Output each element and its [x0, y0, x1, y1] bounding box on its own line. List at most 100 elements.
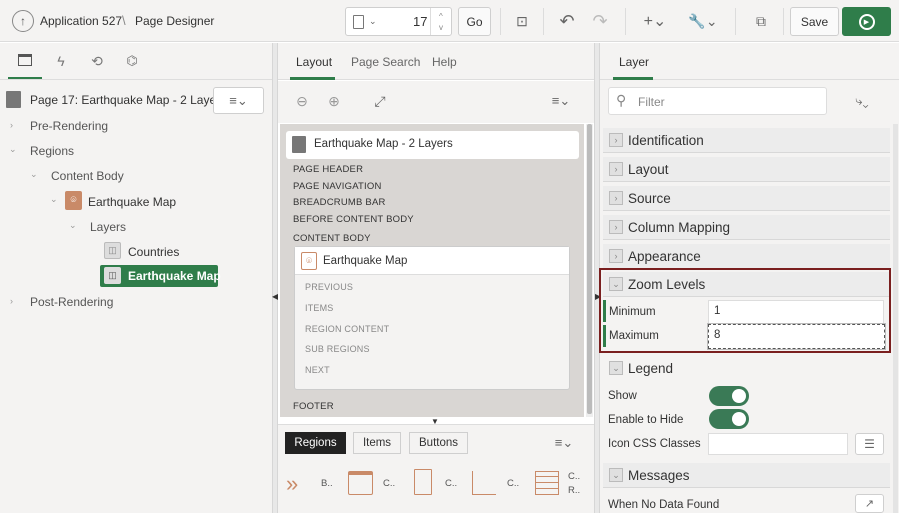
section-messages[interactable]: ⌄ Messages — [603, 463, 890, 488]
chevron-down-icon[interactable]: ⌄ — [9, 144, 17, 155]
wrench-icon[interactable]: 🔧⌄ — [686, 10, 720, 32]
undo-icon[interactable]: ↶ — [556, 10, 578, 32]
zoom-in-icon[interactable]: ⊕ — [325, 92, 343, 110]
position-before-content-body[interactable]: BEFORE CONTENT BODY — [293, 214, 414, 225]
position-sub-regions[interactable]: SUB REGIONS — [305, 344, 370, 354]
position-page-navigation[interactable]: PAGE NAVIGATION — [293, 181, 382, 192]
tree-layers[interactable]: Layers — [90, 220, 126, 234]
position-region-content[interactable]: REGION CONTENT — [305, 324, 389, 334]
chevron-right-icon: › — [609, 162, 623, 176]
shared-components-icon[interactable]: ⧉ — [750, 10, 772, 32]
tab-layout[interactable]: Layout — [296, 55, 332, 69]
go-to-group-icon[interactable]: ⤷⌄ — [846, 92, 878, 110]
position-content-body[interactable]: CONTENT BODY — [293, 233, 371, 244]
hamburger-icon: ≡⌄ — [229, 92, 248, 108]
section-layout[interactable]: › Layout — [603, 157, 890, 182]
tree-post-rendering[interactable]: Post-Rendering — [30, 295, 113, 309]
chevron-down-icon[interactable]: ⌄ — [69, 220, 77, 231]
app-breadcrumb[interactable]: Application 527 — [40, 14, 122, 28]
position-next[interactable]: NEXT — [305, 365, 330, 375]
up-arrow-icon[interactable]: ↑ — [12, 10, 34, 32]
tab-help[interactable]: Help — [432, 55, 457, 69]
tree-earthquake-map-layer-selected[interactable]: ◫ Earthquake Map — [100, 265, 221, 287]
scrollbar-thumb[interactable] — [587, 124, 592, 414]
chevron-down-icon: ⌄ — [609, 277, 623, 291]
breadcrumb-region-icon[interactable]: » — [286, 471, 298, 497]
icon-css-classes-input[interactable] — [708, 433, 848, 455]
tree-menu-button[interactable]: ≡⌄ — [213, 87, 264, 114]
gallery-tab-regions[interactable]: Regions — [285, 432, 346, 454]
tree-pre-rendering[interactable]: Pre-Rendering — [30, 119, 108, 133]
chevron-down-icon[interactable]: ⌄ — [50, 194, 58, 205]
tree-earthquake-map[interactable]: Earthquake Map — [88, 195, 176, 209]
page-card[interactable]: Earthquake Map - 2 Layers — [286, 131, 579, 159]
go-button[interactable]: Go — [458, 7, 491, 36]
filter-box[interactable]: ⚲ Filter — [608, 87, 827, 115]
gallery-label-3: C.. — [445, 478, 458, 489]
page-number-input[interactable]: 17 — [413, 14, 427, 29]
redo-icon[interactable]: ↷ — [589, 10, 611, 32]
chevron-down-icon: ⌄ — [369, 16, 377, 26]
page-icon — [353, 14, 364, 29]
save-button[interactable]: Save — [790, 7, 839, 36]
tree-regions[interactable]: Regions — [30, 144, 74, 158]
chevron-right-icon: › — [609, 249, 623, 263]
filter-input[interactable]: Filter — [638, 95, 665, 109]
section-appearance[interactable]: › Appearance — [603, 244, 890, 269]
open-editor-button[interactable]: ↗ — [855, 494, 884, 513]
search-icon: ⚲ — [616, 92, 627, 108]
stepper-icon[interactable]: ^ v — [430, 8, 451, 35]
position-previous[interactable]: PREVIOUS — [305, 282, 353, 292]
section-source[interactable]: › Source — [603, 186, 890, 211]
position-page-header[interactable]: PAGE HEADER — [293, 164, 363, 175]
chevron-right-icon[interactable]: › — [10, 296, 13, 306]
calendar-region-icon[interactable] — [348, 471, 373, 495]
region-header: ⌾ Earthquake Map — [295, 247, 569, 275]
section-legend[interactable]: ⌄ Legend — [603, 356, 890, 381]
property-scrollbar[interactable] — [893, 124, 898, 513]
lightning-icon[interactable]: ϟ — [53, 52, 69, 70]
shared-objects-icon[interactable]: ⌬ — [124, 52, 140, 70]
tab-page-search[interactable]: Page Search — [351, 55, 420, 69]
section-identification[interactable]: › Identification — [603, 128, 890, 153]
chevron-right-icon: › — [609, 220, 623, 234]
chevron-down-icon[interactable]: ⌄ — [30, 169, 38, 180]
chart-region-icon[interactable] — [472, 471, 496, 495]
legend-show-toggle[interactable] — [709, 386, 749, 406]
section-column-mapping[interactable]: › Column Mapping — [603, 215, 890, 240]
processing-icon[interactable]: ⟲ — [89, 52, 105, 70]
card-region-icon[interactable] — [414, 469, 432, 495]
section-zoom-levels[interactable]: ⌄ Zoom Levels — [603, 272, 890, 297]
position-items[interactable]: ITEMS — [305, 303, 334, 313]
tab-active-indicator — [290, 77, 335, 80]
tree-countries[interactable]: Countries — [128, 245, 179, 259]
classic-report-icon[interactable] — [535, 471, 559, 495]
page-card-title: Earthquake Map - 2 Layers — [314, 138, 453, 150]
position-breadcrumb-bar[interactable]: BREADCRUMB BAR — [293, 197, 386, 208]
chevron-down-icon: ⌄ — [609, 361, 623, 375]
breadcrumb-separator: \ — [122, 13, 126, 28]
page-selector[interactable]: ⌄ 17 ^ v — [345, 7, 452, 36]
tab-layer[interactable]: Layer — [619, 55, 649, 69]
add-icon[interactable]: +⌄ — [640, 10, 670, 32]
layout-menu-icon[interactable]: ≡⌄ — [546, 92, 576, 110]
chevron-right-icon[interactable]: › — [10, 120, 13, 130]
play-icon: ▶ — [858, 13, 875, 30]
run-button[interactable]: ▶ — [842, 7, 891, 36]
page-icon — [6, 91, 21, 108]
rendering-tab[interactable] — [8, 43, 42, 79]
maximum-input[interactable]: 8 — [707, 323, 886, 350]
position-footer[interactable]: FOOTER — [293, 401, 334, 412]
gallery-tab-buttons[interactable]: Buttons — [409, 432, 468, 454]
enable-to-hide-toggle[interactable] — [709, 409, 749, 429]
gallery-menu-icon[interactable]: ≡⌄ — [550, 434, 578, 452]
icon-list-button[interactable]: ☰ — [855, 433, 884, 455]
expand-icon[interactable]: ⤢ — [371, 92, 389, 110]
region-card[interactable]: ⌾ Earthquake Map — [294, 246, 570, 390]
zoom-out-icon[interactable]: ⊖ — [293, 92, 311, 110]
gallery-tab-items[interactable]: Items — [353, 432, 401, 454]
minimum-input[interactable]: 1 — [708, 300, 884, 324]
page-title: Page 17: Earthquake Map - 2 Layers — [30, 93, 227, 107]
tree-content-body[interactable]: Content Body — [51, 169, 124, 183]
lock-icon[interactable]: ⊡ — [513, 12, 531, 30]
